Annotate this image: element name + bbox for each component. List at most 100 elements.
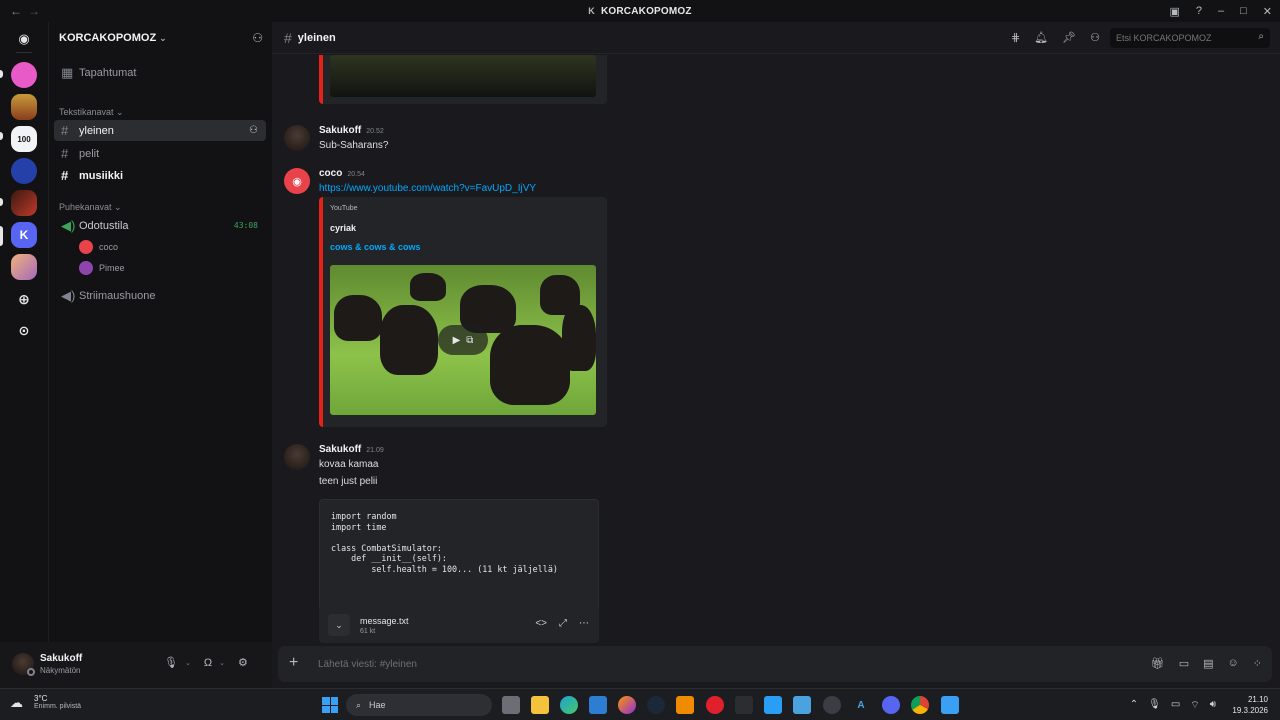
notepad-icon[interactable]: [941, 696, 959, 714]
opera-icon[interactable]: [706, 696, 724, 714]
avatar[interactable]: ◉: [284, 168, 310, 194]
settings-app-icon[interactable]: [823, 696, 841, 714]
voice-channel-striimaushuone[interactable]: ◀) Striimaushuone: [54, 285, 266, 306]
add-member-icon[interactable]: ⚇: [249, 125, 258, 136]
back-arrow-icon[interactable]: ←: [10, 4, 22, 18]
server-icon-badge[interactable]: 100: [11, 126, 37, 152]
chevron-up-icon[interactable]: ⌃: [1130, 699, 1138, 712]
firefox-icon[interactable]: [618, 696, 636, 714]
start-button[interactable]: [322, 697, 338, 713]
message-input[interactable]: [318, 655, 918, 673]
store-icon[interactable]: [589, 696, 607, 714]
members-icon[interactable]: ⚇: [1090, 31, 1100, 44]
threads-icon[interactable]: ⋕: [1011, 31, 1020, 44]
embed-provider[interactable]: YouTube: [330, 205, 358, 212]
gif-icon[interactable]: ▭: [1179, 657, 1189, 670]
voice-category-label: Puhekanavat: [59, 202, 112, 212]
avatar[interactable]: [284, 125, 310, 151]
voice-channel-label: Odotustila: [79, 219, 129, 232]
terminal-icon[interactable]: [735, 696, 753, 714]
events-item[interactable]: ▦ Tapahtumat: [54, 62, 266, 83]
message-link[interactable]: https://www.youtube.com/watch?v=FavUpD_I…: [319, 183, 536, 194]
gear-icon[interactable]: ⚙: [238, 656, 248, 669]
invite-people-icon[interactable]: ⚇: [252, 31, 263, 45]
plus-icon[interactable]: +: [289, 654, 298, 672]
server-icon-korcakopomoz[interactable]: K: [11, 222, 37, 248]
server-header[interactable]: KORCAKOPOMOZ ⌄ ⚇: [49, 22, 273, 54]
previous-video-thumbnail[interactable]: [330, 55, 596, 97]
chevron-down-icon[interactable]: ⌄: [219, 659, 225, 667]
message-author[interactable]: coco 20.54: [319, 168, 365, 179]
server-icon-pink[interactable]: [11, 62, 37, 88]
channel-yleinen[interactable]: # yleinen ⚇: [54, 120, 266, 141]
message-text: Sub-Saharans?: [319, 140, 389, 151]
hash-icon: #: [61, 123, 69, 138]
chevron-down-icon[interactable]: ⌄: [185, 659, 191, 667]
emoji-icon[interactable]: ☺: [1228, 657, 1239, 670]
server-icon-cartoon[interactable]: [11, 254, 37, 280]
message-author[interactable]: Sakukoff 21.09: [319, 444, 384, 455]
code-icon[interactable]: <>: [535, 618, 547, 629]
task-view-icon[interactable]: [502, 696, 520, 714]
server-icon-fire[interactable]: [11, 190, 37, 216]
volume-icon[interactable]: 🔊︎: [1210, 699, 1216, 712]
vlc-icon[interactable]: [676, 696, 694, 714]
user-name[interactable]: Sakukoff: [40, 653, 82, 664]
maximize-icon[interactable]: □: [1240, 5, 1247, 17]
apps-icon[interactable]: ⁘: [1253, 657, 1262, 670]
microphone-icon[interactable]: 🎙︎: [164, 656, 178, 669]
server-icon-shield[interactable]: [11, 158, 37, 184]
add-server-icon[interactable]: ⊕: [11, 286, 37, 312]
more-icon[interactable]: ⋯: [579, 618, 589, 629]
message-author[interactable]: Sakukoff 20.52: [319, 125, 384, 136]
file-name[interactable]: message.txt: [360, 616, 409, 626]
bell-icon[interactable]: 🔔︎: [1034, 31, 1048, 44]
avatar[interactable]: [284, 444, 310, 470]
discover-icon[interactable]: ⊙: [11, 318, 37, 344]
channel-pelit[interactable]: # pelit: [54, 143, 266, 164]
embed-title[interactable]: cows & cows & cows: [330, 242, 421, 252]
microphone-icon[interactable]: 🎙︎: [1148, 699, 1161, 712]
pin-icon[interactable]: 📌︎: [1062, 31, 1076, 44]
file-size: 61 kt: [360, 628, 376, 635]
speaker-icon: ◀): [61, 217, 76, 233]
expand-icon[interactable]: ⤢: [559, 618, 567, 629]
voice-channel-odotustila[interactable]: ◀) Odotustila 43:08: [54, 215, 266, 236]
network-icon[interactable]: ⌔: [1190, 699, 1199, 712]
taskbar-search[interactable]: ⌕ Hae: [346, 694, 492, 716]
display-icon[interactable]: ▭: [1171, 699, 1180, 712]
discord-taskbar-icon[interactable]: [882, 696, 900, 714]
video-thumbnail[interactable]: ▶ ⧉: [330, 265, 596, 415]
embed-author[interactable]: cyriak: [330, 223, 356, 233]
headphones-icon[interactable]: Ω: [204, 657, 212, 669]
file-explorer-icon[interactable]: [531, 696, 549, 714]
paint-icon[interactable]: [764, 696, 782, 714]
voice-user-coco[interactable]: coco: [79, 238, 118, 256]
voice-category[interactable]: Puhekanavat ⌄: [59, 202, 122, 213]
gift-icon[interactable]: 🎁︎: [1151, 657, 1165, 670]
discord-home-icon[interactable]: ◉: [11, 26, 37, 52]
steam-icon[interactable]: [647, 696, 665, 714]
chrome-icon[interactable]: [911, 696, 929, 714]
inbox-screen-icon[interactable]: ▣: [1169, 5, 1179, 18]
weather-widget[interactable]: ☁ 3°C Enimm. pilvistä: [10, 694, 81, 710]
window-app-icon[interactable]: [793, 696, 811, 714]
message-text: teen just pelii: [319, 476, 378, 487]
edge-icon[interactable]: [560, 696, 578, 714]
channel-musiikki[interactable]: # musiikki: [54, 165, 266, 186]
clock[interactable]: 21.10 19.3.2026: [1232, 694, 1268, 716]
message-composer: + 🎁︎ ▭ ▤ ☺ ⁘: [278, 646, 1272, 682]
minimize-icon[interactable]: –: [1218, 5, 1224, 17]
expand-toggle[interactable]: ⌄: [328, 614, 350, 636]
search-input[interactable]: [1110, 28, 1270, 48]
forward-arrow-icon[interactable]: →: [28, 4, 40, 18]
voice-channel-label: Striimaushuone: [79, 289, 156, 302]
voice-user-pimee[interactable]: Pimee: [79, 259, 125, 277]
help-icon[interactable]: ?: [1196, 5, 1202, 17]
sticker-icon[interactable]: ▤: [1203, 657, 1213, 670]
close-icon[interactable]: ✕: [1263, 5, 1272, 18]
arc-icon[interactable]: A: [852, 696, 870, 714]
server-icon-beer[interactable]: [11, 94, 37, 120]
text-category[interactable]: Tekstikanavat ⌄: [59, 107, 124, 118]
play-button[interactable]: ▶ ⧉: [438, 325, 488, 355]
